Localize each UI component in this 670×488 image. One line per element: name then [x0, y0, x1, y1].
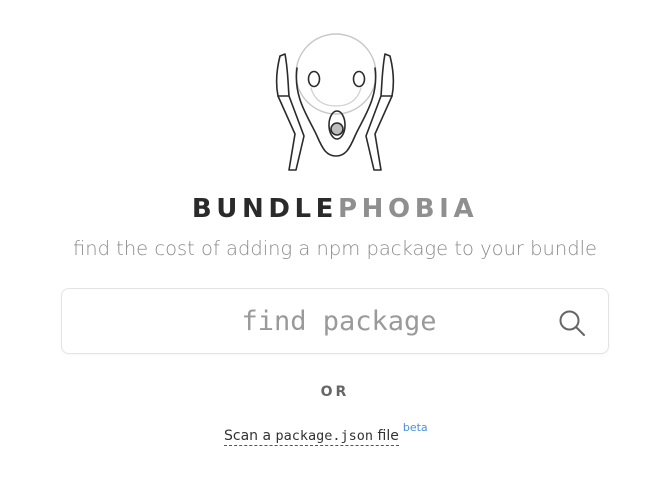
- brand-title-part1: BUNDLE: [191, 194, 339, 224]
- tagline: find the cost of adding a npm package to…: [72, 237, 598, 260]
- search-input[interactable]: [62, 289, 596, 353]
- brand-title-part2: PHOBIA: [338, 194, 479, 224]
- search-icon[interactable]: [558, 309, 586, 337]
- scan-package-json: Scan a package.json filebeta: [224, 421, 428, 447]
- scan-suffix: file: [373, 428, 399, 444]
- scan-filename: package.json: [275, 428, 374, 444]
- beta-badge: beta: [402, 421, 428, 434]
- screaming-face-logo: [275, 33, 395, 171]
- scan-package-json-link[interactable]: Scan a package.json file: [224, 428, 399, 446]
- scan-prefix: Scan a: [224, 428, 276, 444]
- brand-title: BUNDLEPHOBIA: [0, 192, 670, 226]
- or-separator: OR: [320, 384, 350, 400]
- search-box: [61, 288, 609, 354]
